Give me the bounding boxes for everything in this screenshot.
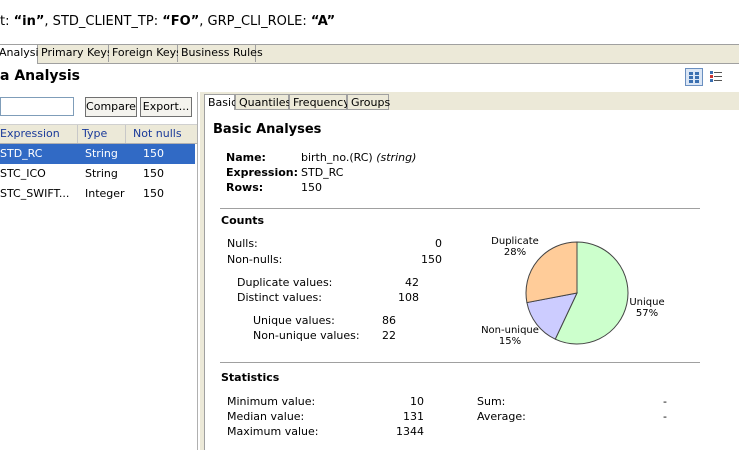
pie-label-unique: Unique 57% <box>622 297 672 319</box>
median-value: 131 <box>403 410 424 423</box>
min-value: 10 <box>410 395 424 408</box>
filter-value-1: “in” <box>13 14 45 29</box>
name-value-text: birth_no.(RC) <box>301 151 373 164</box>
cell-not-nulls: 150 <box>143 147 164 160</box>
column-type[interactable]: Type <box>78 125 126 143</box>
list-view-button[interactable] <box>708 68 726 86</box>
expression-value: STD_RC <box>301 166 344 179</box>
cell-type: String <box>85 167 118 180</box>
tab-foreign-keys[interactable]: Foreign Keys <box>109 45 182 62</box>
duplicate-slice-name: Duplicate <box>491 236 539 247</box>
filter-value-3: “A” <box>310 14 336 29</box>
name-type: (string) <box>376 151 417 164</box>
list-view-icon <box>710 71 722 82</box>
nonunique-slice-percent: 15% <box>498 336 522 347</box>
tab-primary-keys[interactable]: Primary Keys <box>38 45 113 62</box>
detail-view-icon <box>689 72 699 83</box>
basic-analyses-title: Basic Analyses <box>213 122 322 137</box>
nonunique-slice-name: Non-unique <box>481 325 539 336</box>
nonnulls-value: 150 <box>421 253 442 266</box>
nonunique-value: 22 <box>382 329 396 342</box>
unique-label: Unique values: <box>253 314 335 327</box>
table-row[interactable]: STD_RC String 150 <box>0 144 195 164</box>
column-not-nulls[interactable]: Not nulls <box>126 125 197 143</box>
cell-not-nulls: 150 <box>143 167 164 180</box>
expression-table: STD_RC String 150 STC_ICO String 150 STC… <box>0 144 197 206</box>
table-row[interactable]: STC_ICO String 150 <box>0 164 195 184</box>
main-tab-bar: Analysis Primary Keys Foreign Keys Busin… <box>0 44 739 64</box>
median-label: Median value: <box>227 410 305 423</box>
average-label: Average: <box>477 410 526 423</box>
sum-value: - <box>663 395 667 408</box>
unique-slice-percent: 57% <box>635 308 659 319</box>
distinct-label: Distinct values: <box>237 291 322 304</box>
sum-label: Sum: <box>477 395 506 408</box>
statistics-title: Statistics <box>221 371 280 384</box>
tab-analysis[interactable]: Analysis <box>0 45 44 64</box>
unique-value: 86 <box>382 314 396 327</box>
table-row[interactable]: STC_SWIFT... Integer 150 <box>0 184 195 204</box>
filter-text-1: t: <box>0 14 14 29</box>
name-value: birth_no.(RC) (string) <box>301 151 416 164</box>
min-label: Minimum value: <box>227 395 316 408</box>
detail-view-button[interactable] <box>685 68 703 86</box>
duplicate-value: 42 <box>405 276 419 289</box>
nulls-label: Nulls: <box>227 237 258 250</box>
unique-slice-name: Unique <box>629 297 665 308</box>
nonunique-label: Non-unique values: <box>253 329 360 342</box>
filter-text-3: , GRP_CLI_ROLE: <box>199 14 311 29</box>
duplicate-label: Duplicate values: <box>237 276 333 289</box>
max-value: 1344 <box>396 425 424 438</box>
search-input[interactable] <box>0 97 74 116</box>
table-header: Expression Type Not nulls <box>0 124 197 144</box>
export-button[interactable]: Export... <box>140 97 192 117</box>
tab-groups[interactable]: Groups <box>347 94 390 110</box>
filter-expression: t: “in”, STD_CLIENT_TP: “FO”, GRP_CLI_RO… <box>0 14 335 29</box>
nonnulls-label: Non-nulls: <box>227 253 283 266</box>
max-label: Maximum value: <box>227 425 319 438</box>
rows-label: Rows: <box>226 181 264 194</box>
name-label: Name: <box>226 151 266 164</box>
tab-business-rules[interactable]: Business Rules <box>178 45 263 62</box>
distinct-value: 108 <box>398 291 419 304</box>
tab-quantiles[interactable]: Quantiles <box>235 94 291 110</box>
column-expression[interactable]: Expression <box>0 125 78 143</box>
duplicate-slice-percent: 28% <box>503 247 527 258</box>
tab-frequency[interactable]: Frequency <box>289 94 350 110</box>
pie-label-duplicate: Duplicate 28% <box>490 236 540 258</box>
cell-expression: STD_RC <box>0 147 43 160</box>
filter-value-2: “FO” <box>162 14 200 29</box>
nulls-value: 0 <box>435 237 442 250</box>
average-value: - <box>663 410 667 423</box>
compare-button[interactable]: Compare <box>85 97 137 117</box>
rows-value: 150 <box>301 181 322 194</box>
counts-title: Counts <box>221 214 265 227</box>
cell-type: Integer <box>85 187 125 200</box>
cell-expression: STC_ICO <box>0 167 46 180</box>
divider <box>220 208 700 209</box>
expression-label: Expression: <box>226 166 299 179</box>
divider <box>220 362 700 363</box>
filter-text-2: , STD_CLIENT_TP: <box>44 14 163 29</box>
cell-type: String <box>85 147 118 160</box>
page-title: a Analysis <box>0 68 80 84</box>
cell-not-nulls: 150 <box>143 187 164 200</box>
pie-label-nonunique: Non-unique 15% <box>480 325 540 347</box>
cell-expression: STC_SWIFT... <box>0 187 70 200</box>
